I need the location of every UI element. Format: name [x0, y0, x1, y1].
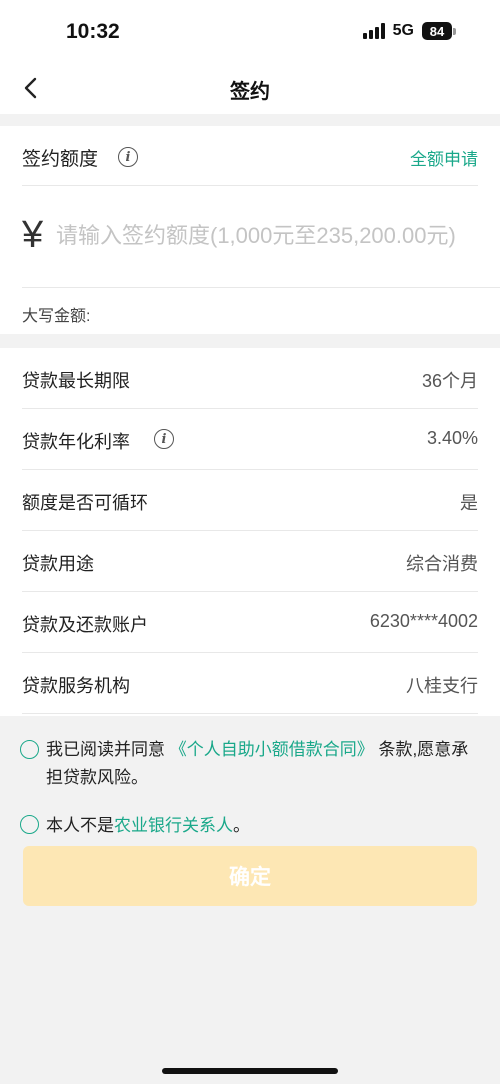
- detail-row-branch: 贷款服务机构 八桂支行: [22, 653, 478, 714]
- relation-prefix: 本人不是: [46, 816, 114, 835]
- detail-value: 6230****4002: [369, 611, 478, 631]
- battery-icon: 84: [422, 22, 456, 40]
- sign-amount-label: 签约额度: [22, 149, 99, 170]
- contract-link[interactable]: 《个人自助小额借款合同》: [170, 740, 374, 759]
- full-apply-link[interactable]: 全额申请: [410, 145, 478, 170]
- battery-level: 84: [422, 22, 452, 40]
- detail-row-annual-rate: 贷款年化利率 i 3.40%: [22, 409, 478, 470]
- detail-label: 贷款用途: [22, 554, 94, 574]
- sign-amount-input[interactable]: [56, 218, 500, 254]
- detail-value: 36个月: [421, 371, 478, 391]
- status-bar: 10:32 5G 84: [0, 0, 500, 62]
- nav-bar: 签约: [0, 62, 500, 114]
- detail-row-revolving: 额度是否可循环 是: [22, 470, 478, 531]
- relation-declaration-text: 本人不是农业银行关系人。: [46, 812, 478, 840]
- cellular-signal-icon: [362, 23, 385, 39]
- detail-value: 八桂支行: [406, 676, 478, 696]
- bank-relation-link[interactable]: 农业银行关系人: [114, 816, 233, 835]
- detail-row-max-term: 贷款最长期限 36个月: [22, 348, 478, 409]
- loan-details-card: 贷款最长期限 36个月 贷款年化利率 i 3.40% 额度是否可循环 是 贷款用…: [0, 348, 500, 716]
- detail-label: 贷款年化利率: [22, 432, 130, 452]
- contract-agreement-row: 我已阅读并同意 《个人自助小额借款合同》 条款,愿意承担贷款风险。: [20, 736, 478, 796]
- page-title: 签约: [230, 81, 270, 103]
- network-type: 5G: [392, 22, 414, 39]
- info-icon[interactable]: i: [118, 147, 138, 167]
- contract-agreement-text: 我已阅读并同意 《个人自助小额借款合同》 条款,愿意承担贷款风险。: [46, 736, 478, 792]
- detail-value: 综合消费: [406, 554, 478, 574]
- status-indicators: 5G 84: [362, 22, 456, 40]
- contract-agreement-prefix: 我已阅读并同意: [46, 740, 165, 759]
- relation-suffix: 。: [233, 816, 250, 835]
- contract-agree-radio[interactable]: [20, 740, 39, 759]
- yen-icon: ¥: [22, 214, 44, 256]
- info-icon[interactable]: i: [154, 429, 174, 449]
- detail-value: 是: [460, 493, 478, 513]
- amount-header: 签约额度 i 全额申请: [22, 126, 478, 186]
- capital-amount-label: 大写金额:: [22, 308, 91, 325]
- detail-row-purpose: 贷款用途 综合消费: [22, 531, 478, 592]
- confirm-button[interactable]: 确定: [23, 846, 477, 906]
- detail-value: 3.40%: [426, 428, 478, 448]
- sign-amount-card: 签约额度 i 全额申请 ¥ 大写金额:: [0, 126, 500, 334]
- amount-input-row: ¥: [22, 186, 500, 288]
- detail-label: 贷款最长期限: [22, 371, 130, 391]
- status-time: 10:32: [66, 20, 120, 43]
- relation-declare-radio[interactable]: [20, 815, 39, 834]
- home-indicator: [162, 1068, 338, 1074]
- detail-label: 贷款服务机构: [22, 676, 130, 696]
- detail-label: 额度是否可循环: [22, 493, 148, 513]
- detail-label: 贷款及还款账户: [22, 615, 148, 635]
- detail-row-account: 贷款及还款账户 6230****4002: [22, 592, 478, 653]
- relation-declaration-row: 本人不是农业银行关系人。: [20, 812, 478, 842]
